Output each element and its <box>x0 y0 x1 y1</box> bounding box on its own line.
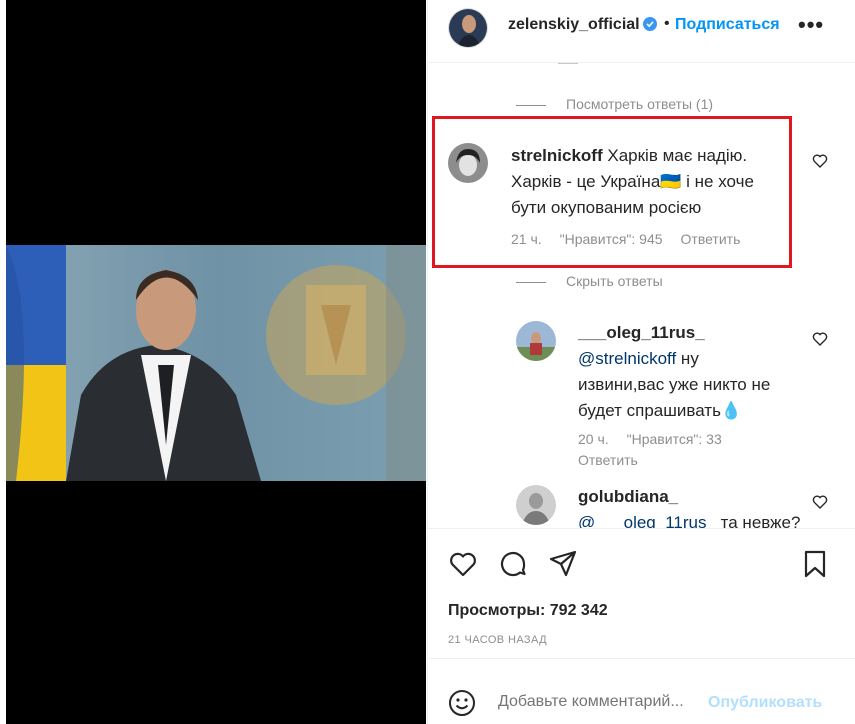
post-timestamp[interactable]: 21 ЧАСОВ НАЗАД <box>448 634 547 646</box>
reply-likes[interactable]: "Нравится": 33 <box>627 431 722 447</box>
comment-bubble-icon[interactable] <box>498 549 528 579</box>
comment-meta: 21 ч. "Нравится": 945 Ответить <box>511 231 758 247</box>
share-paper-plane-icon[interactable] <box>548 549 578 579</box>
reply-username[interactable]: golubdiana_ <box>578 484 800 510</box>
like-comment-heart-icon[interactable] <box>812 153 828 169</box>
comment-text: бути окупованим росією <box>511 198 702 217</box>
thread-dash <box>516 281 546 283</box>
hide-replies-link[interactable]: Скрыть ответы <box>516 273 663 289</box>
emoji-icon[interactable] <box>448 689 476 717</box>
like-heart-icon[interactable] <box>448 549 478 579</box>
author-avatar[interactable] <box>448 8 488 48</box>
like-reply-heart-icon[interactable] <box>812 331 828 347</box>
mention-link[interactable]: @strelnickoff <box>578 349 676 368</box>
follow-button[interactable]: Подписаться <box>675 16 780 34</box>
comment-likes[interactable]: "Нравится": 945 <box>560 231 663 247</box>
comment-username[interactable]: strelnickoff <box>511 146 603 165</box>
like-reply-heart-icon[interactable] <box>812 494 828 510</box>
reply-username[interactable]: ___oleg_11rus_ <box>578 320 770 346</box>
post-actions: Просмотры: 792 342 21 ЧАСОВ НАЗАД <box>428 528 855 658</box>
reply-text: извини,вас уже никто не <box>578 375 771 394</box>
reply-text: будет спрашивать💧 <box>578 401 743 420</box>
reply-avatar[interactable] <box>516 485 556 525</box>
save-bookmark-icon[interactable] <box>800 549 830 579</box>
reply-button[interactable]: Ответить <box>681 231 741 247</box>
post-header: zelenskiy_official • Подписаться ••• <box>428 0 855 63</box>
reply-comment: ___oleg_11rus_ @strelnickoff ну извини,в… <box>578 320 770 424</box>
view-replies-label: Посмотреть ответы (1) <box>566 96 714 112</box>
reply-comment: golubdiana_ @___oleg_11rus_ та невже? <box>578 484 800 528</box>
comment-text: Харків - це Україна🇺🇦 і не хоче <box>511 172 754 191</box>
view-replies-link[interactable]: Посмотреть ответы (1) <box>516 96 713 112</box>
video-frame[interactable] <box>6 245 426 481</box>
views-count: Просмотры: 792 342 <box>448 602 608 619</box>
video-still <box>6 245 426 481</box>
reply-avatar[interactable] <box>516 321 556 361</box>
reply-button[interactable]: Ответить <box>578 452 638 468</box>
header-separator: • <box>664 15 670 32</box>
more-options-icon[interactable]: ••• <box>798 12 824 38</box>
add-comment-bar: Опубликовать <box>428 658 855 724</box>
author-username[interactable]: zelenskiy_official <box>508 16 640 34</box>
comments-list[interactable]: Посмотреть ответы (1) strelnickoff Харкі… <box>428 63 855 528</box>
commenter-avatar[interactable] <box>448 143 488 183</box>
comment-time: 21 ч. <box>511 231 542 247</box>
comment-input[interactable] <box>498 693 698 711</box>
post-media[interactable] <box>6 0 426 724</box>
post-side-panel: zelenskiy_official • Подписаться ••• Пос… <box>427 0 855 724</box>
verified-badge-icon <box>643 17 657 31</box>
reply-text: та невже? <box>715 513 801 528</box>
comment-text: Харків має надію. <box>607 146 748 165</box>
main-comment: strelnickoff Харків має надію. Харків - … <box>511 143 754 221</box>
mention-link[interactable]: @___oleg_11rus_ <box>578 513 716 528</box>
reply-time: 20 ч. <box>578 431 609 447</box>
reply-text: ну <box>676 349 699 368</box>
reply-meta: 20 ч. "Нравится": 33 <box>578 431 740 447</box>
publish-button[interactable]: Опубликовать <box>708 694 822 712</box>
thread-dash <box>516 104 546 106</box>
cut-off-divider <box>558 63 578 64</box>
hide-replies-label: Скрыть ответы <box>566 273 663 289</box>
